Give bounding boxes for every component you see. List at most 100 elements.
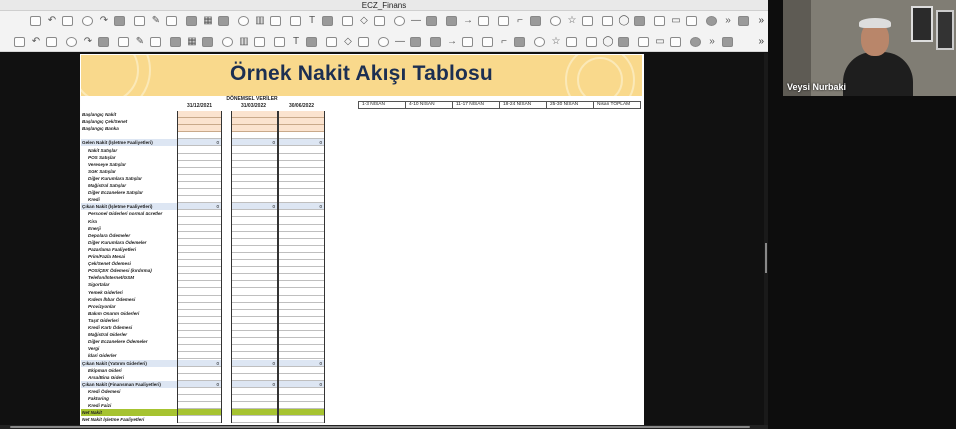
align-alt-icon[interactable]	[462, 37, 473, 47]
value-cell[interactable]	[232, 175, 277, 182]
value-cell[interactable]	[178, 118, 221, 126]
document-area[interactable]: Örnek Nakit Akışı Tablosu DÖNEMSEL VERİL…	[0, 53, 768, 425]
value-cell[interactable]	[279, 189, 324, 197]
value-cell[interactable]	[279, 154, 324, 161]
group-icon[interactable]	[534, 37, 545, 47]
value-cell[interactable]	[279, 388, 324, 395]
participant-video[interactable]: Veysi Nurbaki	[783, 0, 956, 96]
rect-icon[interactable]	[118, 37, 129, 47]
flowchart-alt-icon[interactable]	[686, 16, 697, 26]
paint-alt-icon[interactable]	[166, 16, 177, 26]
value-cell[interactable]	[178, 409, 221, 417]
value-cell[interactable]	[178, 324, 221, 331]
value-cell[interactable]	[232, 367, 277, 374]
value-cell[interactable]: 0	[178, 380, 221, 388]
more-dropdown-icon[interactable]: »	[706, 37, 718, 47]
arrow-alt-icon[interactable]	[254, 37, 265, 47]
value-cell[interactable]	[178, 210, 221, 218]
value-cell[interactable]	[279, 225, 324, 232]
value-cell[interactable]	[279, 175, 324, 182]
crop-dropdown-icon[interactable]: —	[394, 37, 406, 47]
value-cell[interactable]	[232, 345, 277, 353]
horizontal-scrollbar[interactable]	[0, 425, 768, 429]
value-cell[interactable]	[232, 246, 277, 253]
paint-icon[interactable]	[134, 16, 145, 26]
chart-alt-icon[interactable]	[270, 16, 281, 26]
callout-alt-icon[interactable]	[634, 16, 645, 26]
value-cell[interactable]	[279, 210, 324, 218]
redo-dropdown-icon[interactable]: ↷	[98, 16, 110, 26]
chart-dropdown-icon[interactable]: ▥	[254, 16, 266, 26]
fill-dropdown-icon[interactable]: ↶	[30, 37, 42, 47]
flip-alt-icon[interactable]	[670, 37, 681, 47]
value-cell[interactable]	[232, 281, 277, 289]
flip-icon[interactable]	[638, 37, 649, 47]
value-cell[interactable]	[232, 161, 277, 168]
value-cell[interactable]	[232, 409, 277, 417]
value-cell[interactable]	[279, 147, 324, 154]
more-alt-icon[interactable]	[738, 16, 749, 26]
line-alt-icon[interactable]	[426, 16, 437, 26]
value-cell[interactable]	[279, 303, 324, 310]
value-cell[interactable]	[279, 367, 324, 374]
more-alt-icon[interactable]	[722, 37, 733, 47]
value-cell[interactable]	[279, 352, 324, 360]
toolbar-overflow-icon[interactable]: »	[758, 15, 764, 26]
value-cell[interactable]	[279, 317, 324, 324]
value-cell[interactable]	[178, 111, 221, 118]
value-cell[interactable]	[232, 125, 277, 133]
crop-icon[interactable]	[378, 37, 389, 47]
line-color-alt-icon[interactable]	[98, 37, 109, 47]
chart-icon[interactable]	[238, 16, 249, 26]
value-cell[interactable]	[279, 310, 324, 317]
value-cell[interactable]: 0	[232, 139, 277, 147]
value-cell[interactable]	[178, 317, 221, 324]
value-cell[interactable]	[232, 232, 277, 239]
value-cell[interactable]	[279, 196, 324, 204]
rect-dropdown-icon[interactable]: ✎	[134, 37, 146, 47]
value-cell[interactable]: 0	[279, 139, 324, 147]
rect-alt-icon[interactable]	[150, 37, 161, 47]
vertical-scrollbar[interactable]	[764, 53, 768, 425]
value-cell[interactable]	[178, 345, 221, 353]
value-cell[interactable]	[279, 324, 324, 331]
rotate-icon[interactable]	[586, 37, 597, 47]
fill-icon[interactable]	[14, 37, 25, 47]
value-cell[interactable]	[279, 267, 324, 275]
polygon-icon[interactable]	[326, 37, 337, 47]
week-column-header[interactable]: 4-10 NİSAN	[405, 101, 453, 109]
horizontal-scroll-thumb[interactable]	[10, 426, 750, 428]
value-cell[interactable]	[279, 409, 324, 417]
value-cell[interactable]	[232, 182, 277, 189]
value-cell[interactable]	[178, 147, 221, 154]
value-cell[interactable]: 0	[279, 380, 324, 388]
flip-dropdown-icon[interactable]: ▭	[654, 37, 666, 47]
value-cell[interactable]	[178, 310, 221, 317]
value-cell[interactable]	[178, 232, 221, 239]
table-icon[interactable]	[186, 16, 197, 26]
arrow-alt-icon[interactable]	[478, 16, 489, 26]
value-cell[interactable]	[178, 374, 221, 381]
value-cell[interactable]	[232, 402, 277, 410]
value-cell[interactable]	[178, 352, 221, 360]
undo-dropdown-icon[interactable]: ↶	[46, 16, 58, 26]
value-cell[interactable]: 0	[232, 359, 277, 367]
group-dropdown-icon[interactable]: ☆	[550, 37, 562, 47]
value-cell[interactable]	[178, 246, 221, 253]
value-cell[interactable]	[279, 402, 324, 410]
value-cell[interactable]	[232, 168, 277, 175]
value-cell[interactable]	[232, 303, 277, 310]
value-cell[interactable]	[279, 374, 324, 381]
value-cell[interactable]	[178, 416, 221, 424]
value-cell[interactable]	[232, 189, 277, 197]
value-cell[interactable]: 0	[232, 203, 277, 211]
arrow-icon[interactable]	[446, 16, 457, 26]
value-cell[interactable]	[232, 331, 277, 339]
ellipse-icon[interactable]	[170, 37, 181, 47]
value-cell[interactable]	[178, 125, 221, 133]
value-cell[interactable]	[279, 246, 324, 253]
value-cell[interactable]	[232, 388, 277, 395]
value-cell[interactable]	[279, 395, 324, 402]
align-dropdown-icon[interactable]: →	[446, 37, 458, 47]
value-cell[interactable]	[232, 111, 277, 118]
